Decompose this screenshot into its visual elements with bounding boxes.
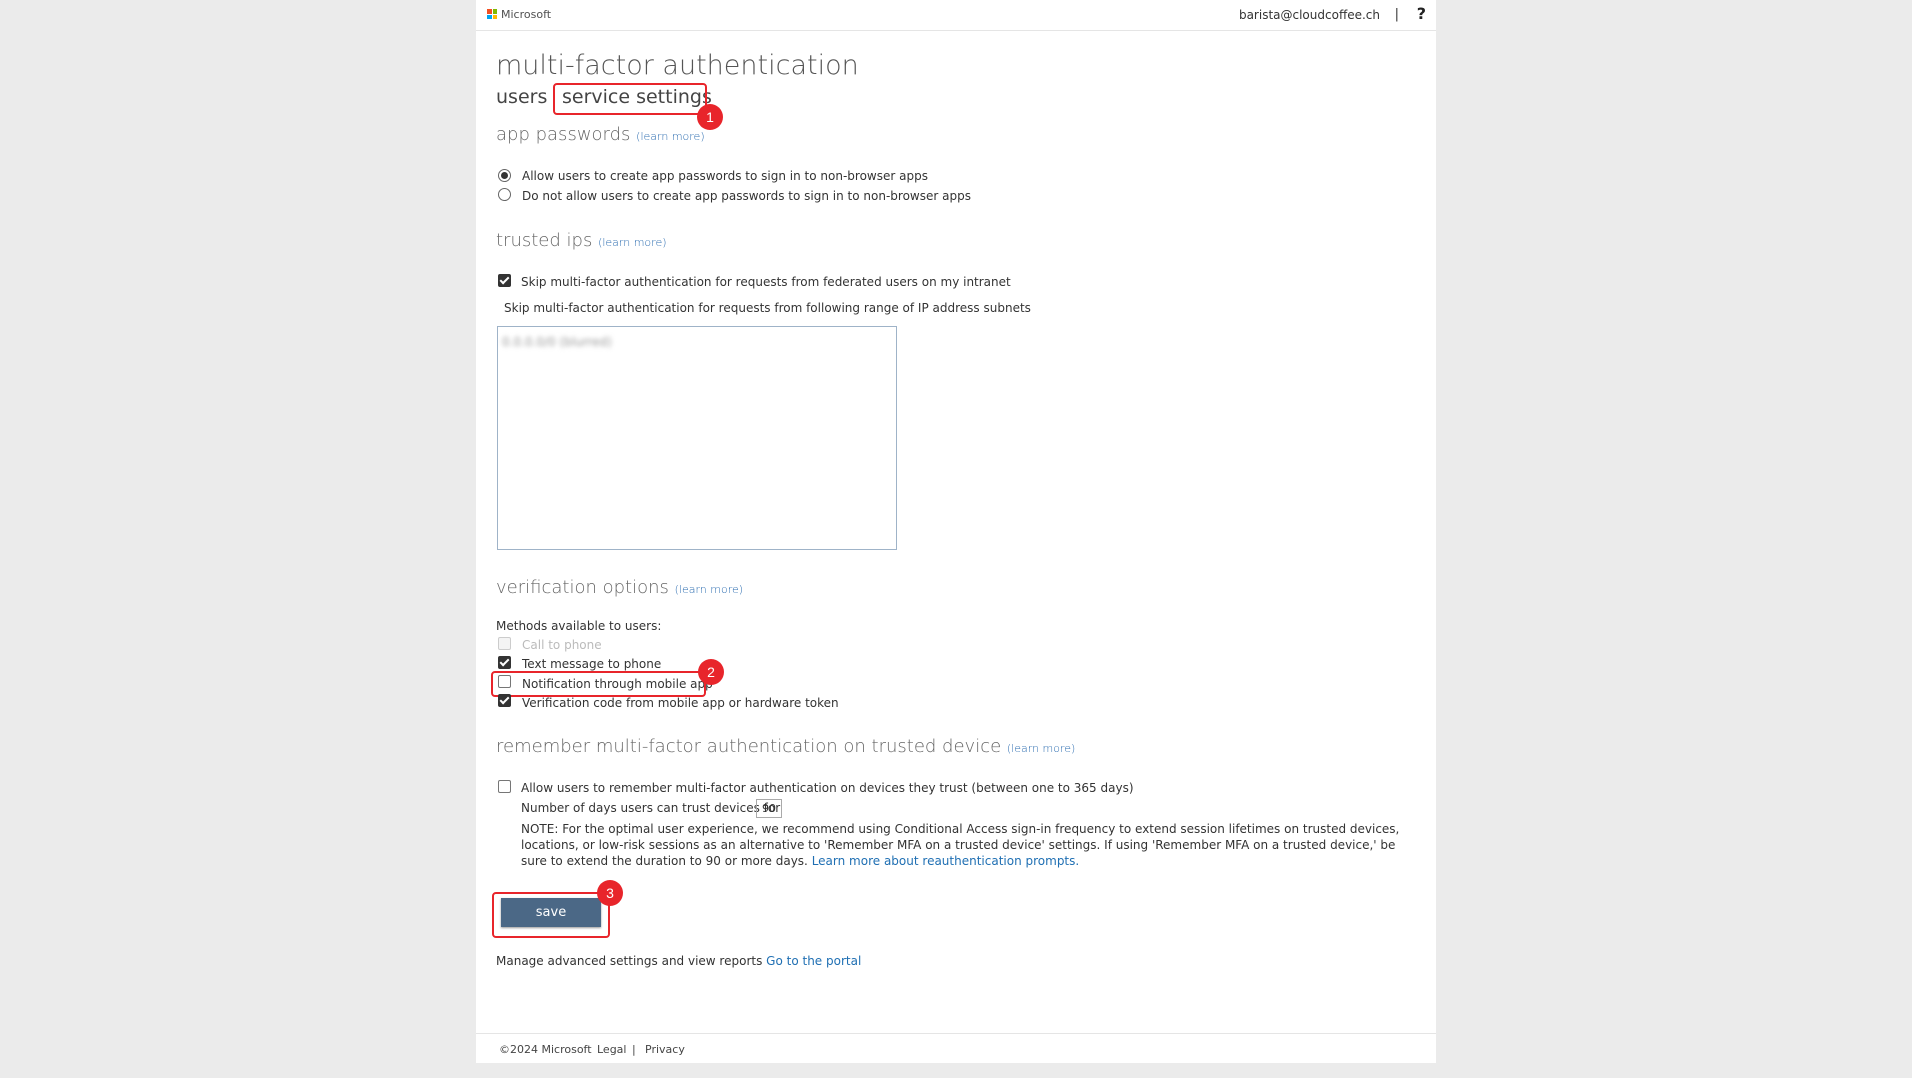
- trust-days-input[interactable]: 90: [756, 799, 782, 818]
- app-passwords-title: app passwords: [496, 124, 631, 145]
- verification-code-label: Verification code from mobile app or har…: [522, 696, 839, 710]
- remember-mfa-heading: remember multi-factor authentication on …: [496, 736, 1075, 757]
- allow-app-passwords-label: Allow users to create app passwords to s…: [522, 169, 928, 183]
- footer-separator: |: [632, 1043, 636, 1056]
- tab-users[interactable]: users: [496, 86, 547, 108]
- remember-mfa-learn-more-link[interactable]: (learn more): [1007, 742, 1075, 755]
- allow-app-passwords-radio[interactable]: [498, 169, 511, 182]
- annotation-highlight-3: [492, 892, 610, 938]
- annotation-highlight-2: [491, 671, 706, 697]
- footer-privacy-link[interactable]: Privacy: [645, 1043, 685, 1056]
- text-message-label: Text message to phone: [522, 657, 662, 671]
- verification-options-heading: verification options (learn more): [496, 577, 743, 598]
- ip-range-label: Skip multi-factor authentication for req…: [504, 301, 1031, 315]
- portal-line: Manage advanced settings and view report…: [496, 954, 861, 968]
- call-to-phone-label: Call to phone: [522, 638, 602, 652]
- methods-label: Methods available to users:: [496, 619, 662, 633]
- verification-learn-more-link[interactable]: (learn more): [675, 583, 743, 596]
- disallow-app-passwords-label: Do not allow users to create app passwor…: [522, 189, 971, 203]
- go-to-portal-link[interactable]: Go to the portal: [766, 954, 861, 968]
- help-icon[interactable]: ?: [1417, 4, 1426, 23]
- footer-legal-link[interactable]: Legal: [597, 1043, 626, 1056]
- app-passwords-heading: app passwords (learn more): [496, 124, 705, 145]
- portal-text: Manage advanced settings and view report…: [496, 954, 763, 968]
- ip-range-value: 0.0.0.0/0 (blurred): [502, 335, 612, 349]
- page-title: multi-factor authentication: [496, 50, 859, 81]
- remember-mfa-note: NOTE: For the optimal user experience, w…: [521, 821, 1421, 869]
- skip-federated-label: Skip multi-factor authentication for req…: [521, 275, 1011, 289]
- annotation-badge-3: 3: [597, 880, 623, 906]
- annotation-badge-2: 2: [698, 659, 724, 685]
- page-container: Microsoft barista@cloudcoffee.ch | ? mul…: [476, 0, 1436, 1063]
- text-message-checkbox[interactable]: [498, 656, 511, 669]
- trusted-ips-heading: trusted ips (learn more): [496, 230, 667, 251]
- call-to-phone-checkbox: [498, 637, 511, 650]
- brand-name: Microsoft: [501, 8, 552, 21]
- annotation-highlight-1: [553, 83, 707, 115]
- skip-federated-checkbox[interactable]: [498, 274, 511, 287]
- remember-mfa-title: remember multi-factor authentication on …: [496, 736, 1002, 757]
- disallow-app-passwords-radio[interactable]: [498, 188, 511, 201]
- verification-code-checkbox[interactable]: [498, 694, 511, 707]
- top-bar: Microsoft barista@cloudcoffee.ch | ?: [476, 0, 1436, 31]
- reauthentication-prompts-link[interactable]: Learn more about reauthentication prompt…: [812, 854, 1080, 868]
- verification-options-title: verification options: [496, 577, 669, 598]
- ip-range-textarea[interactable]: 0.0.0.0/0 (blurred): [497, 326, 897, 550]
- user-account[interactable]: barista@cloudcoffee.ch: [1239, 8, 1380, 22]
- microsoft-logo-icon: [487, 9, 497, 19]
- remember-mfa-label: Allow users to remember multi-factor aut…: [521, 781, 1134, 795]
- trust-days-label: Number of days users can trust devices f…: [521, 801, 781, 815]
- trusted-ips-learn-more-link[interactable]: (learn more): [598, 236, 666, 249]
- topbar-separator: |: [1394, 7, 1399, 22]
- trusted-ips-title: trusted ips: [496, 230, 593, 251]
- app-passwords-learn-more-link[interactable]: (learn more): [636, 130, 704, 143]
- footer-divider: [476, 1033, 1436, 1034]
- footer-copyright: ©2024 Microsoft: [499, 1043, 592, 1056]
- remember-mfa-checkbox[interactable]: [498, 780, 511, 793]
